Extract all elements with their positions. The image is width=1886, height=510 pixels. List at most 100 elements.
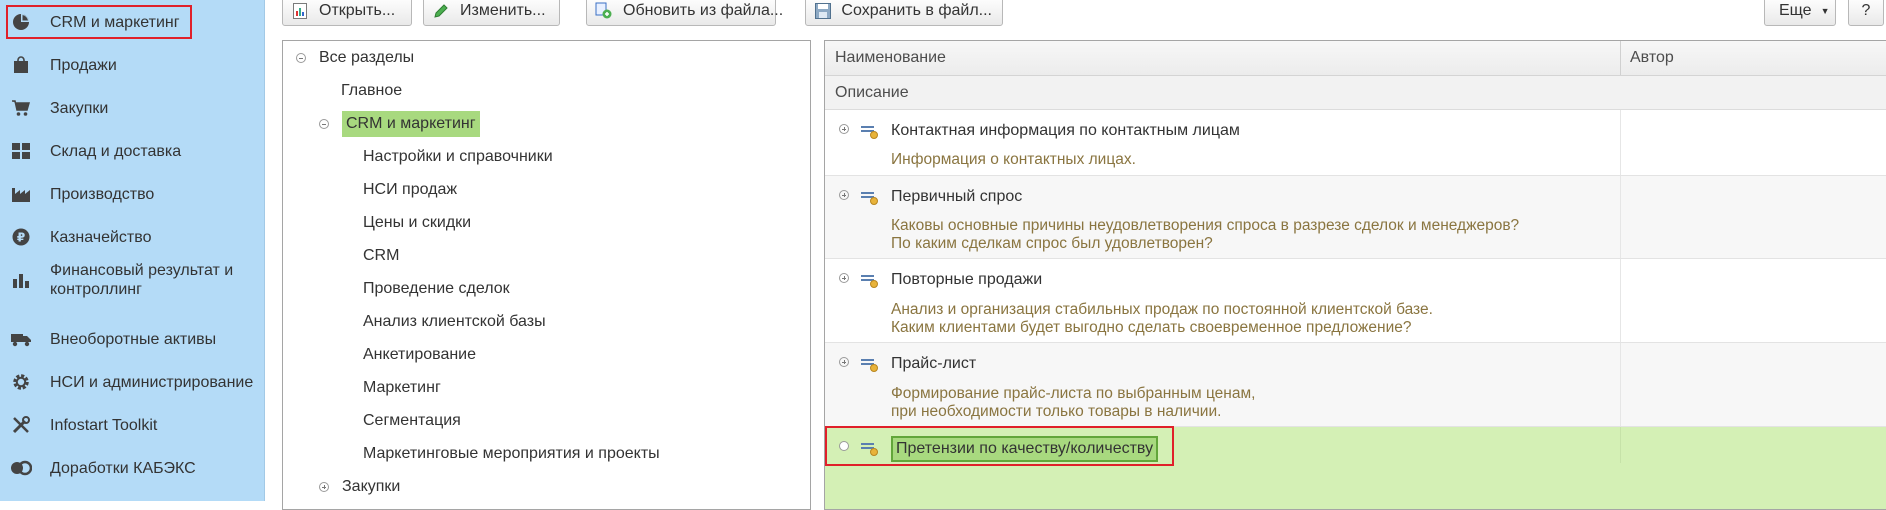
sidebar-item-label: Производство <box>50 185 155 203</box>
sidebar-item-label: НСИ и администрирование <box>50 373 254 391</box>
tree-node-purchases[interactable]: Закупки <box>319 473 400 501</box>
sidebar-item-purchases[interactable]: Закупки <box>6 91 192 125</box>
column-separator[interactable] <box>1620 41 1621 75</box>
open-button-label: Открыть... <box>319 2 396 19</box>
table-row-selected[interactable]: Претензии по качеству/количеству <box>825 427 1886 509</box>
warehouse-grid-icon <box>10 140 32 162</box>
grid-header: Наименование Автор <box>825 41 1886 76</box>
sidebar-item-label: Казначейство <box>50 228 152 246</box>
table-row[interactable]: Первичный спрос Каковы основные причины … <box>825 176 1886 259</box>
tree-node-label: Главное <box>341 82 403 99</box>
column-header-author[interactable]: Автор <box>1630 41 1674 75</box>
tree-node-label: Закупки <box>342 478 401 495</box>
table-row[interactable]: Контактная информация по контактным лица… <box>825 110 1886 176</box>
factory-icon <box>10 183 32 205</box>
update-from-file-button-label: Обновить из файла... <box>623 2 784 19</box>
expand-toggle-icon[interactable] <box>839 124 849 134</box>
tree-node-crm-marketing[interactable]: CRM и маркетинг <box>319 110 480 138</box>
sidebar-item-label: Внеоборотные активы <box>50 330 217 348</box>
column-header-name[interactable]: Наименование <box>835 41 946 75</box>
collapse-toggle-icon[interactable] <box>319 119 329 129</box>
svg-text:₽: ₽ <box>17 231 25 245</box>
expand-toggle-icon[interactable] <box>319 482 329 492</box>
sidebar-item-label: Финансовый результат и контроллинг <box>50 262 234 298</box>
help-button[interactable]: ? <box>1848 0 1884 26</box>
grid-subheader: Описание <box>825 76 1886 110</box>
pencil-icon <box>432 2 450 20</box>
table-row[interactable]: Прайс-лист Формирование прайс-листа по в… <box>825 343 1886 427</box>
report-option-icon <box>860 271 880 289</box>
tree-node-label: НСИ продаж <box>363 181 458 198</box>
coin-icon: ₽ <box>10 226 32 248</box>
tree-node-client-analysis[interactable]: Анализ клиентской базы <box>363 308 546 336</box>
sidebar-item-label: Infostart Toolkit <box>50 416 158 434</box>
sections-sidebar: CRM и маркетинг Продажи Закупки Склад и … <box>0 0 265 501</box>
more-button[interactable]: Еще ▼ <box>1764 0 1836 26</box>
tree-node-segmentation[interactable]: Сегментация <box>363 407 461 435</box>
sidebar-item-label: Продажи <box>50 56 117 74</box>
empty-toggle-icon <box>839 441 849 451</box>
column-separator <box>1620 110 1621 175</box>
sidebar-item-label: Доработки КАБЭКС <box>50 459 196 477</box>
report-option-icon <box>860 188 880 206</box>
column-header-description: Описание <box>835 84 909 101</box>
tree-node-all-sections[interactable]: Все разделы <box>296 44 414 72</box>
tree-node-crm[interactable]: CRM <box>363 242 399 270</box>
tree-node-label: CRM и маркетинг <box>342 111 480 137</box>
row-title: Повторные продажи <box>891 271 1043 288</box>
tree-node-surveys[interactable]: Анкетирование <box>363 341 476 369</box>
tree-node-settings-directories[interactable]: Настройки и справочники <box>363 143 553 171</box>
sidebar-item-crm-marketing[interactable]: CRM и маркетинг <box>6 5 192 39</box>
tree-node-label: Настройки и справочники <box>363 148 553 165</box>
tree-node-main[interactable]: Главное <box>341 77 402 105</box>
tree-node-marketing[interactable]: Маркетинг <box>363 374 441 402</box>
expand-toggle-icon[interactable] <box>839 190 849 200</box>
report-option-icon <box>860 122 880 140</box>
expand-toggle-icon[interactable] <box>839 357 849 367</box>
tree-node-label: Маркетинг <box>363 379 441 396</box>
tree-node-label: Цены и скидки <box>363 214 472 231</box>
open-button[interactable]: Открыть... <box>282 0 412 26</box>
sidebar-item-financial-result[interactable]: Финансовый результат и контроллинг <box>6 258 256 302</box>
edit-button-label: Изменить... <box>460 2 546 19</box>
table-row[interactable]: Повторные продажи Анализ и организация с… <box>825 259 1886 343</box>
sidebar-item-label: Закупки <box>50 99 109 117</box>
sidebar-item-label: Склад и доставка <box>50 142 182 160</box>
tree-node-label: Анкетирование <box>363 346 477 363</box>
column-separator <box>1620 343 1621 426</box>
row-description-line: Каковы основные причины неудовлетворения… <box>891 217 1520 234</box>
sidebar-item-admin[interactable]: НСИ и администрирование <box>6 365 253 399</box>
edit-button[interactable]: Изменить... <box>423 0 560 26</box>
row-title: Прайс-лист <box>891 355 977 372</box>
pie-chart-icon <box>10 11 32 33</box>
save-to-file-button[interactable]: Сохранить в файл... <box>805 0 1003 26</box>
tree-node-label: CRM <box>363 247 400 264</box>
tree-node-marketing-events[interactable]: Маркетинговые мероприятия и проекты <box>363 440 660 468</box>
column-separator <box>1620 259 1621 342</box>
sidebar-item-infostart-toolkit[interactable]: Infostart Toolkit <box>6 408 192 442</box>
report-icon <box>291 2 309 20</box>
collapse-toggle-icon[interactable] <box>296 53 306 63</box>
sidebar-item-warehouse[interactable]: Склад и доставка <box>6 134 192 168</box>
tree-node-deals[interactable]: Проведение сделок <box>363 275 510 303</box>
bar-chart-icon <box>10 269 32 291</box>
tree-node-sales-nsi[interactable]: НСИ продаж <box>363 176 457 204</box>
sidebar-item-fixed-assets[interactable]: Внеоборотные активы <box>6 322 216 356</box>
report-option-icon <box>860 355 880 373</box>
tree-node-prices-discounts[interactable]: Цены и скидки <box>363 209 471 237</box>
update-file-icon <box>595 2 613 20</box>
tree-node-label: Маркетинговые мероприятия и проекты <box>363 445 660 462</box>
row-description-line: Каким клиентами будет выгодно сделать св… <box>891 319 1412 336</box>
expand-toggle-icon[interactable] <box>839 273 849 283</box>
update-from-file-button[interactable]: Обновить из файла... <box>586 0 783 26</box>
sidebar-item-treasury[interactable]: ₽ Казначейство <box>6 220 192 254</box>
sidebar-item-kabex[interactable]: Доработки КАБЭКС <box>6 451 196 485</box>
row-description-line: Формирование прайс-листа по выбранным це… <box>891 385 1256 402</box>
cart-icon <box>10 97 32 119</box>
save-disk-icon <box>814 2 831 20</box>
sidebar-item-label: CRM и маркетинг <box>50 13 180 31</box>
column-separator <box>1620 427 1621 463</box>
sidebar-item-sales[interactable]: Продажи <box>6 48 192 82</box>
sidebar-item-production[interactable]: Производство <box>6 177 192 211</box>
help-button-label: ? <box>1861 2 1871 19</box>
